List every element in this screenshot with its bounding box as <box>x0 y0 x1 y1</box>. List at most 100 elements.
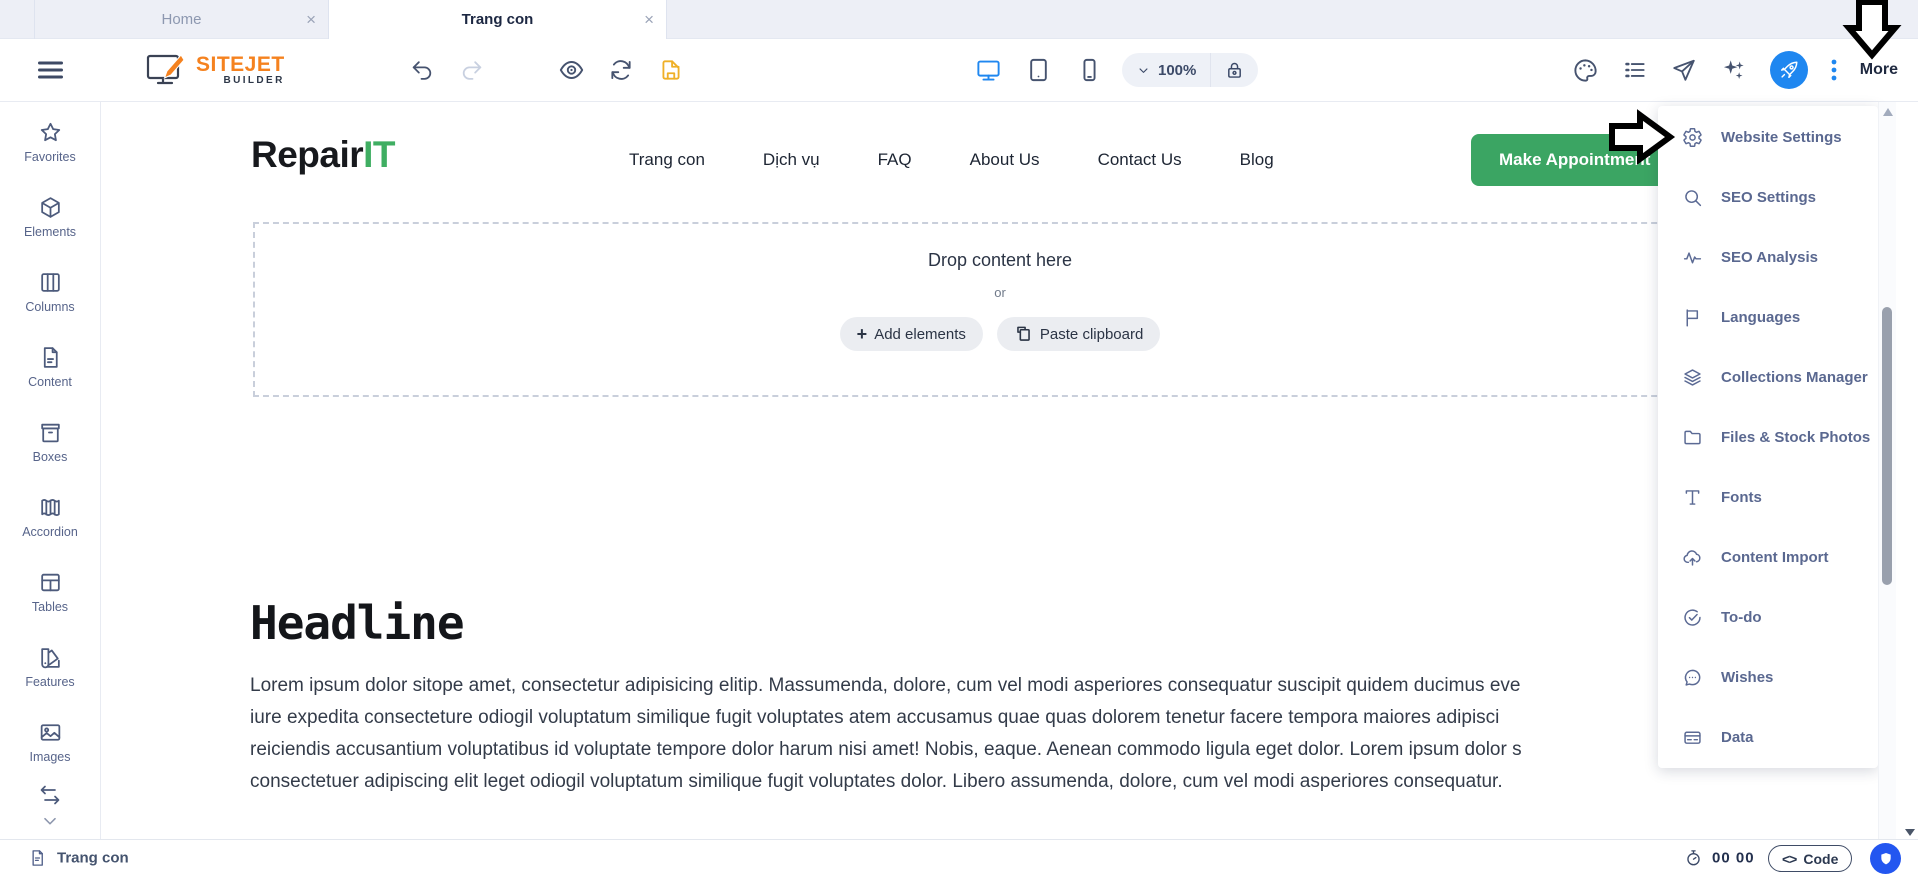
hamburger-menu-icon[interactable] <box>38 58 63 83</box>
flag-icon <box>1682 307 1703 328</box>
current-page-selector[interactable]: Trang con <box>28 849 129 868</box>
sidebar-item-label: Columns <box>25 300 74 314</box>
undo-icon[interactable] <box>410 58 435 83</box>
close-icon[interactable]: × <box>306 10 316 30</box>
menu-item-label: To-do <box>1721 609 1762 626</box>
annotation-arrow-down <box>1840 0 1904 60</box>
site-navigation: Trang con Dịch vụ FAQ About Us Contact U… <box>629 150 1274 170</box>
vertical-scrollbar[interactable] <box>1878 102 1896 839</box>
menu-item-languages[interactable]: Languages <box>1658 287 1878 347</box>
sidebar-item-images[interactable]: Images <box>0 704 100 779</box>
data-card-icon <box>1682 727 1703 748</box>
site-logo-green: IT <box>363 134 395 175</box>
sitejet-builder-logo: SITEJET BUILDER <box>145 52 285 88</box>
zoom-dropdown[interactable]: 100% <box>1122 62 1210 79</box>
search-icon <box>1682 187 1703 208</box>
nav-link-dich-vu[interactable]: Dịch vụ <box>763 150 820 170</box>
sparkles-icon[interactable] <box>1720 57 1747 84</box>
paste-icon <box>1014 325 1033 344</box>
gear-icon <box>1682 127 1703 148</box>
sidebar-item-boxes[interactable]: Boxes <box>0 404 100 479</box>
zoom-level: 100% <box>1158 62 1196 79</box>
timer-display: 00 00 <box>1684 849 1755 868</box>
fonts-icon <box>1682 487 1703 508</box>
site-logo: RepairIT <box>251 134 395 176</box>
refresh-icon[interactable] <box>608 57 634 83</box>
preview-eye-icon[interactable] <box>558 57 585 84</box>
nav-link-trang-con[interactable]: Trang con <box>629 150 705 170</box>
code-button[interactable]: <> Code <box>1768 845 1852 872</box>
menu-item-label: Fonts <box>1721 489 1762 506</box>
site-body-text: Lorem ipsum dolor sitope amet, consectet… <box>250 670 1870 798</box>
sidebar-item-content[interactable]: Content <box>0 329 100 404</box>
send-icon[interactable] <box>1671 57 1697 83</box>
menu-item-wishes[interactable]: Wishes <box>1658 647 1878 707</box>
more-button[interactable]: More <box>1860 61 1898 79</box>
menu-item-fonts[interactable]: Fonts <box>1658 467 1878 527</box>
save-icon[interactable] <box>658 57 684 83</box>
sidebar-item-favorites[interactable]: Favorites <box>0 104 100 179</box>
nav-link-contact-us[interactable]: Contact Us <box>1098 150 1182 170</box>
paste-clipboard-button[interactable]: Paste clipboard <box>997 317 1160 351</box>
menu-item-data[interactable]: Data <box>1658 707 1878 767</box>
shield-icon <box>1878 851 1894 867</box>
columns-icon <box>38 270 63 295</box>
sidebar-item-label: Tables <box>32 600 68 614</box>
list-icon[interactable] <box>1622 57 1648 83</box>
builder-toolbar: SITEJET BUILDER 100% More <box>0 39 1918 102</box>
lock-icon <box>1224 60 1245 81</box>
sidebar-item-features[interactable]: Features <box>0 629 100 704</box>
swap-icon[interactable] <box>38 783 62 807</box>
shield-button[interactable] <box>1870 843 1901 874</box>
sidebar-item-tables[interactable]: Tables <box>0 554 100 629</box>
add-elements-label: Add elements <box>874 326 966 343</box>
mobile-view-icon[interactable] <box>1076 57 1103 84</box>
scroll-down-arrow-icon[interactable] <box>1905 829 1915 836</box>
tab-trang-con[interactable]: Trang con × <box>329 0 667 39</box>
close-icon[interactable]: × <box>644 10 654 30</box>
sidebar-item-elements[interactable]: Elements <box>0 179 100 254</box>
palette-icon[interactable] <box>1572 57 1599 84</box>
plus-icon: + <box>857 324 868 345</box>
sidebar-item-accordion[interactable]: Accordion <box>0 479 100 554</box>
sidebar-item-label: Boxes <box>33 450 68 464</box>
menu-item-seo-analysis[interactable]: SEO Analysis <box>1658 227 1878 287</box>
chevron-down-icon[interactable] <box>39 810 61 832</box>
desktop-view-icon[interactable] <box>975 57 1002 84</box>
annotation-arrow-right <box>1608 108 1676 166</box>
menu-item-label: Files & Stock Photos <box>1721 429 1870 446</box>
menu-item-website-settings[interactable]: Website Settings <box>1658 107 1878 167</box>
menu-item-content-import[interactable]: Content Import <box>1658 527 1878 587</box>
menu-item-label: Collections Manager <box>1721 369 1868 386</box>
file-icon <box>38 345 63 370</box>
menu-item-files-stock-photos[interactable]: Files & Stock Photos <box>1658 407 1878 467</box>
scroll-up-arrow-icon[interactable] <box>1883 108 1893 116</box>
rocket-icon <box>1778 59 1800 81</box>
add-elements-button[interactable]: + Add elements <box>840 317 983 351</box>
body-text-line: consectetuer adipiscing elit leget odiog… <box>250 766 1870 798</box>
tab-home[interactable]: Home × <box>34 0 329 39</box>
launch-button[interactable] <box>1770 51 1808 89</box>
sidebar-item-columns[interactable]: Columns <box>0 254 100 329</box>
kebab-menu-icon[interactable] <box>1831 59 1837 81</box>
nav-link-faq[interactable]: FAQ <box>878 150 912 170</box>
zoom-lock-button[interactable] <box>1211 60 1258 81</box>
dropzone-separator: or <box>994 285 1006 300</box>
menu-item-to-do[interactable]: To-do <box>1658 587 1878 647</box>
nav-link-about-us[interactable]: About Us <box>970 150 1040 170</box>
menu-item-collections-manager[interactable]: Collections Manager <box>1658 347 1878 407</box>
tablet-view-icon[interactable] <box>1025 57 1052 84</box>
logo-subtitle: BUILDER <box>196 75 285 86</box>
redo-icon[interactable] <box>459 58 484 83</box>
site-logo-dark: Repair <box>251 134 363 175</box>
star-icon <box>38 120 63 145</box>
menu-item-seo-settings[interactable]: SEO Settings <box>1658 167 1878 227</box>
stopwatch-icon <box>1684 849 1703 868</box>
sidebar-item-label: Images <box>30 750 71 764</box>
table-icon <box>38 570 63 595</box>
nav-link-blog[interactable]: Blog <box>1240 150 1274 170</box>
scrollbar-thumb[interactable] <box>1882 307 1892 585</box>
drop-content-zone[interactable]: Drop content here or + Add elements Past… <box>253 222 1747 397</box>
layers-icon <box>1682 367 1703 388</box>
swatch-icon <box>38 645 63 670</box>
